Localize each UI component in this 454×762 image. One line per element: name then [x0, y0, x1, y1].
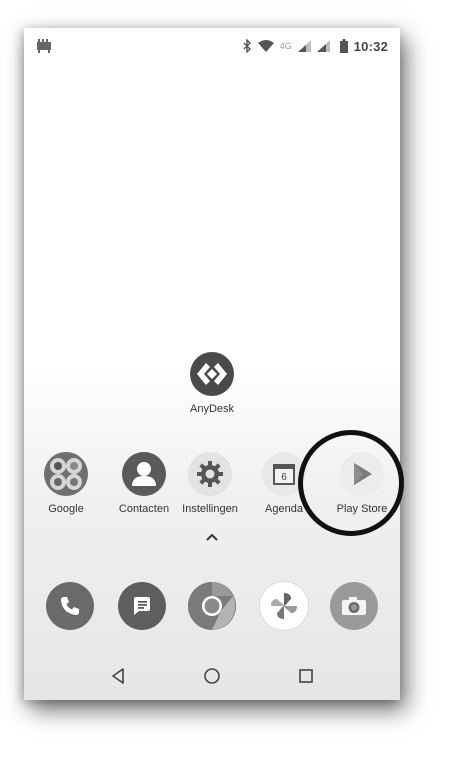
- phone-app[interactable]: [46, 582, 94, 630]
- home-icon[interactable]: [202, 664, 222, 688]
- contacts-icon: [122, 452, 166, 496]
- app-contacten[interactable]: Contacten: [108, 452, 180, 515]
- network-type: 4G: [279, 41, 292, 51]
- photos-icon: [271, 593, 297, 619]
- clock: 10:32: [353, 38, 388, 54]
- chrome-app[interactable]: [188, 582, 236, 630]
- battery-icon: [339, 39, 348, 53]
- settings-icon: [188, 452, 232, 496]
- wifi-icon: [257, 40, 274, 52]
- status-icons: 4G 10:32: [243, 37, 388, 55]
- camera-app[interactable]: [330, 582, 378, 630]
- app-anydesk[interactable]: AnyDesk: [182, 352, 242, 415]
- google-folder-icon: [44, 452, 88, 496]
- app-google[interactable]: Google: [30, 452, 102, 515]
- app-label: AnyDesk: [189, 403, 235, 415]
- app-label: Contacten: [118, 503, 170, 515]
- highlight-circle: [298, 430, 404, 536]
- signal-icon: [297, 40, 311, 52]
- recents-icon[interactable]: [298, 664, 314, 688]
- app-label: Instellingen: [182, 503, 238, 515]
- messages-app[interactable]: [118, 582, 166, 630]
- back-icon[interactable]: [110, 664, 126, 688]
- anydesk-icon: [190, 352, 234, 396]
- photos-app[interactable]: [260, 582, 308, 630]
- app-drawer-chevron-icon[interactable]: [204, 531, 220, 543]
- app-label: Google: [48, 503, 84, 515]
- signal-icon: [316, 40, 330, 52]
- status-bar[interactable]: 4G 10:32: [24, 28, 400, 64]
- messages-icon: [134, 597, 150, 615]
- notification-app-icon: [37, 39, 51, 53]
- bluetooth-icon: [243, 39, 251, 53]
- phone-icon: [61, 597, 79, 615]
- phone-screen: 4G 10:32 AnyDesk Google Contacten Instel…: [24, 28, 400, 700]
- chrome-icon: [188, 582, 236, 630]
- app-instellingen[interactable]: Instellingen: [174, 452, 246, 515]
- camera-icon: [342, 597, 366, 615]
- page: 4G 10:32 AnyDesk Google Contacten Instel…: [0, 0, 454, 762]
- calendar-day: 6: [281, 472, 287, 483]
